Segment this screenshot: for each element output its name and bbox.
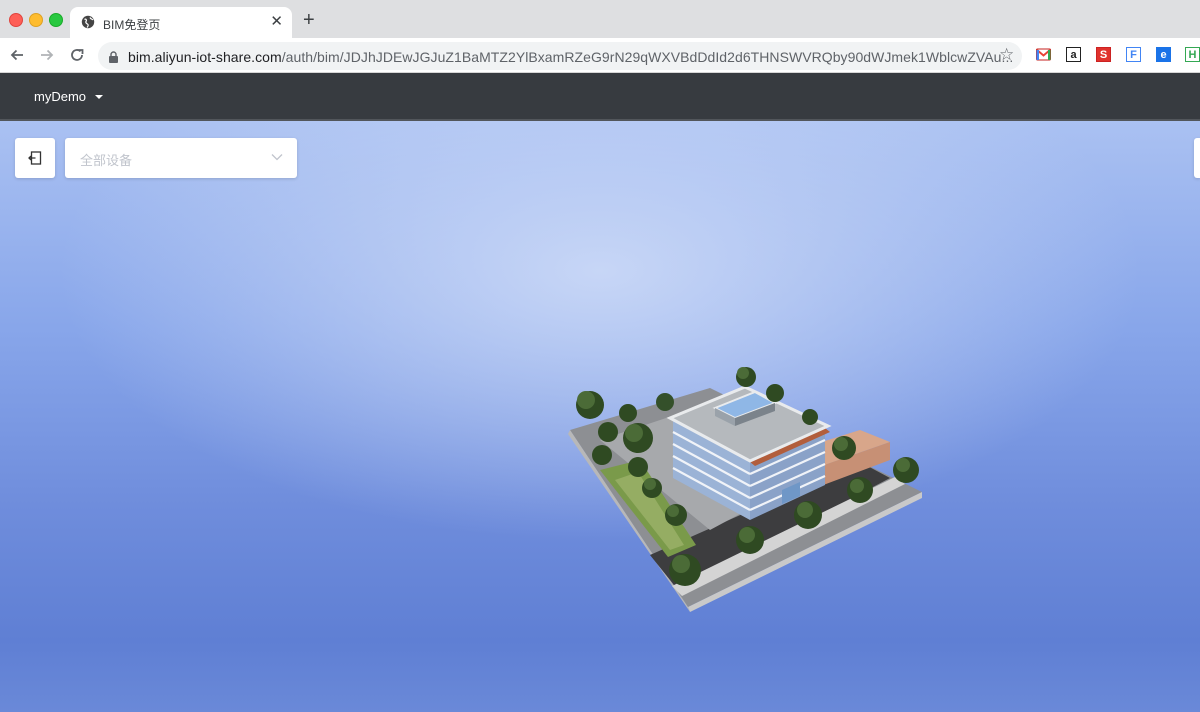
new-tab-button[interactable]: + [303, 10, 315, 30]
chevron-down-icon [271, 154, 283, 161]
window-maximize-button[interactable] [49, 13, 63, 27]
tab-title: BIM免登页 [103, 18, 161, 32]
device-filter-placeholder: 全部设备 [80, 153, 133, 168]
window-minimize-button[interactable] [29, 13, 43, 27]
forward-arrow-icon[interactable] [37, 45, 57, 65]
url-text: bim.aliyun-iot-share.com/auth/bim/JDJhJD… [128, 49, 1014, 65]
building-model[interactable] [560, 360, 930, 612]
window-close-button[interactable] [9, 13, 23, 27]
exit-icon [28, 151, 42, 165]
gmail-icon[interactable] [1036, 47, 1051, 62]
reload-icon[interactable] [67, 45, 87, 65]
exit-button[interactable] [15, 138, 55, 178]
h-icon[interactable]: H [1185, 47, 1200, 62]
browser-toolbar: bim.aliyun-iot-share.com/auth/bim/JDJhJD… [0, 38, 1200, 73]
browser-tab-strip: BIM免登页 ✕ + [0, 0, 1200, 38]
bookmark-star-icon[interactable]: ☆ [999, 45, 1014, 65]
address-bar[interactable]: bim.aliyun-iot-share.com/auth/bim/JDJhJD… [98, 42, 1022, 70]
device-filter-select[interactable]: 全部设备 [65, 138, 297, 178]
a-icon[interactable]: a [1066, 47, 1081, 62]
browser-tab[interactable]: BIM免登页 ✕ [70, 7, 292, 38]
back-arrow-icon[interactable] [7, 45, 27, 65]
caret-down-icon[interactable] [95, 95, 103, 99]
f-icon[interactable]: F [1126, 47, 1141, 62]
globe-icon [81, 15, 95, 34]
app-header: myDemo [0, 73, 1200, 121]
side-panel-toggle[interactable] [1194, 138, 1200, 178]
tab-close-icon[interactable]: ✕ [270, 14, 283, 30]
e-icon[interactable]: e [1156, 47, 1171, 62]
lock-icon [108, 50, 119, 68]
s-icon[interactable]: S [1096, 47, 1111, 62]
project-selector[interactable]: myDemo [34, 89, 86, 104]
